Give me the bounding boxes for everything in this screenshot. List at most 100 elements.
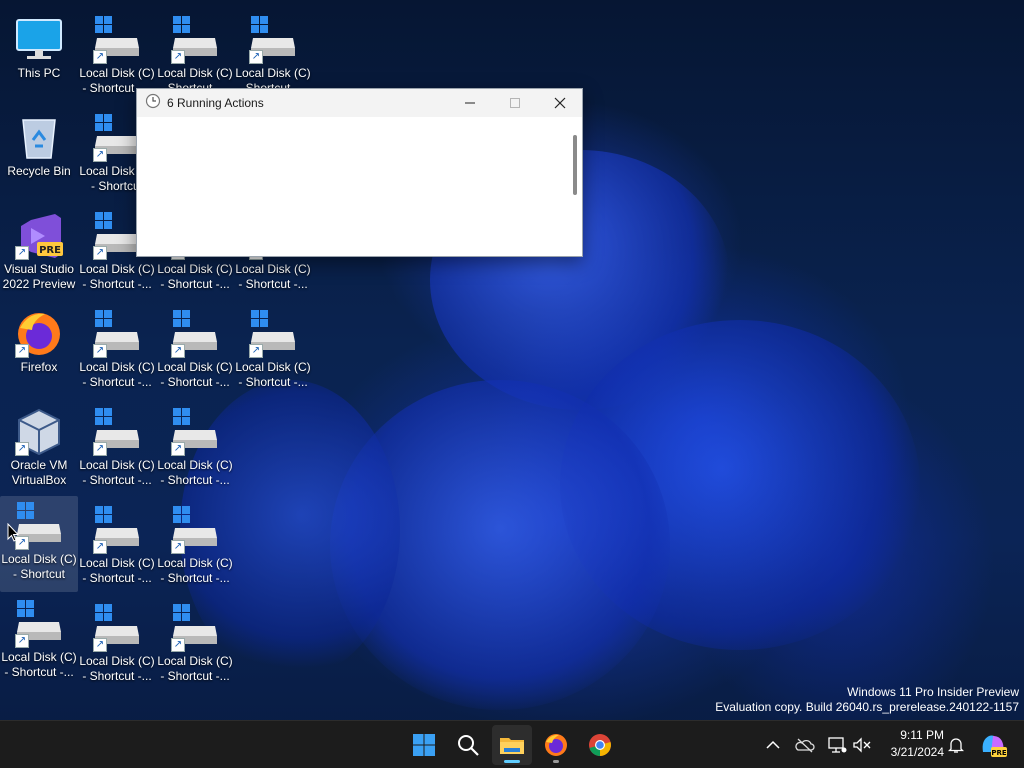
- drive-icon: ↗: [93, 408, 141, 456]
- desktop-icon-this-pc[interactable]: This PC: [0, 10, 78, 106]
- desktop-icon-recycle-bin[interactable]: Recycle Bin: [0, 108, 78, 204]
- taskbar-clock[interactable]: 9:11 PM 3/21/2024: [891, 727, 944, 761]
- shortcut-arrow-icon: ↗: [15, 246, 29, 260]
- desktop-icon-label: Local Disk (C) - Shortcut -...: [79, 262, 155, 291]
- vbox-icon: ↗: [15, 408, 63, 456]
- close-icon: [554, 97, 565, 109]
- desktop-icon-ld-c2-r5[interactable]: ↗ Local Disk (C) - Shortcut -...: [78, 402, 156, 498]
- shortcut-arrow-icon: ↗: [93, 540, 107, 554]
- search-button[interactable]: [448, 725, 488, 765]
- desktop-icon-virtualbox[interactable]: ↗ Oracle VM VirtualBox: [0, 402, 78, 498]
- drive-icon: ↗: [171, 506, 219, 554]
- shortcut-arrow-icon: ↗: [171, 344, 185, 358]
- shortcut-arrow-icon: ↗: [249, 344, 263, 358]
- chrome-icon: [589, 734, 611, 756]
- notification-bell-icon: [948, 738, 964, 753]
- desktop-icon-label: Firefox: [20, 360, 58, 374]
- drive-icon: ↗: [171, 408, 219, 456]
- desktop-icon-label: Local Disk (C) - Shortcut -...: [157, 556, 233, 585]
- window-titlebar[interactable]: 6 Running Actions: [137, 89, 582, 117]
- firefox-icon: ↗: [15, 310, 63, 358]
- start-button[interactable]: [404, 725, 444, 765]
- desktop-icon-ld-c2-r7[interactable]: ↗ Local Disk (C) - Shortcut -...: [78, 598, 156, 694]
- evaluation-watermark: Windows 11 Pro Insider Preview Evaluatio…: [715, 685, 1019, 715]
- firefox-icon: [545, 734, 567, 756]
- taskbar-file-explorer[interactable]: [492, 725, 532, 765]
- pc-icon: [15, 16, 63, 64]
- drive-icon: ↗: [93, 506, 141, 554]
- svg-text:PRE: PRE: [39, 245, 61, 256]
- desktop-icon-label: Local Disk (C) - Shortcut -...: [235, 262, 311, 291]
- window-content: [137, 117, 582, 256]
- copilot-pre-badge: PRE: [991, 749, 1007, 757]
- desktop-icon-label: Local Disk (C) - Shortcut: [1, 552, 77, 581]
- shortcut-arrow-icon: ↗: [171, 540, 185, 554]
- desktop-icon-label: Local Disk (C) - Shortcut -...: [79, 360, 155, 389]
- shortcut-arrow-icon: ↗: [93, 148, 107, 162]
- volume-tray[interactable]: [850, 733, 874, 757]
- shortcut-arrow-icon: ↗: [93, 246, 107, 260]
- desktop-icon-firefox[interactable]: ↗ Firefox: [0, 304, 78, 400]
- desktop-icon-ld-c3-r7[interactable]: ↗ Local Disk (C) - Shortcut -...: [156, 598, 234, 694]
- drive-icon: ↗: [171, 16, 219, 64]
- desktop-icon-ld-c3-r5[interactable]: ↗ Local Disk (C) - Shortcut -...: [156, 402, 234, 498]
- desktop-icon-ld-c2-r4[interactable]: ↗ Local Disk (C) - Shortcut -...: [78, 304, 156, 400]
- desktop-icon-label: Recycle Bin: [7, 164, 71, 178]
- shortcut-arrow-icon: ↗: [15, 634, 29, 648]
- drive-icon: ↗: [249, 16, 297, 64]
- watermark-build: Evaluation copy. Build 26040.rs_prerelea…: [715, 700, 1019, 714]
- taskbar-chrome[interactable]: [580, 725, 620, 765]
- bin-icon: [15, 114, 63, 162]
- taskbar-firefox[interactable]: [536, 725, 576, 765]
- desktop-icon-label: This PC: [17, 66, 61, 80]
- shortcut-arrow-icon: ↗: [171, 638, 185, 652]
- drive-icon: ↗: [249, 310, 297, 358]
- shortcut-arrow-icon: ↗: [171, 50, 185, 64]
- desktop-icon-label: Local Disk (C) - Shortcut -...: [79, 556, 155, 585]
- vertical-scrollbar[interactable]: [573, 135, 577, 195]
- shortcut-arrow-icon: ↗: [93, 50, 107, 64]
- drive-icon: ↗: [93, 114, 141, 162]
- desktop-icon-ld-c4-r4[interactable]: ↗ Local Disk (C) - Shortcut -...: [234, 304, 312, 400]
- taskbar: 9:11 PM 3/21/2024 PRE: [0, 720, 1024, 768]
- desktop-icon-label: Oracle VM VirtualBox: [10, 458, 68, 487]
- shortcut-arrow-icon: ↗: [93, 638, 107, 652]
- active-indicator: [504, 760, 520, 763]
- desktop-icon-ld-c1-r7[interactable]: ↗ Local Disk (C) - Shortcut -...: [0, 594, 78, 690]
- network-icon: [828, 737, 847, 753]
- running-actions-window[interactable]: 6 Running Actions: [136, 88, 583, 257]
- desktop-icon-ld-c3-r4[interactable]: ↗ Local Disk (C) - Shortcut -...: [156, 304, 234, 400]
- desktop-icon-ld-c2-r6[interactable]: ↗ Local Disk (C) - Shortcut -...: [78, 500, 156, 596]
- desktop-icon-label: Local Disk (C) - Shortcut -...: [157, 458, 233, 487]
- desktop-icon-label: Local Disk (C) - Shortcut -...: [157, 654, 233, 683]
- desktop-icon-label: Local Disk (C) - Shortcut -...: [157, 262, 233, 291]
- drive-icon: ↗: [171, 310, 219, 358]
- copilot-button[interactable]: PRE: [978, 733, 1008, 757]
- close-button[interactable]: [537, 89, 582, 117]
- shortcut-arrow-icon: ↗: [15, 442, 29, 456]
- desktop-icon-label: Visual Studio 2022 Preview: [2, 262, 76, 291]
- drive-icon: ↗: [171, 604, 219, 652]
- minimize-button[interactable]: [447, 89, 492, 117]
- onedrive-tray[interactable]: [793, 733, 817, 757]
- copilot-icon: PRE: [982, 735, 1007, 757]
- minimize-icon: [464, 102, 475, 104]
- clock-date: 3/21/2024: [890, 745, 944, 759]
- drive-icon: ↗: [93, 16, 141, 64]
- file-explorer-icon: [500, 738, 524, 754]
- shortcut-arrow-icon: ↗: [171, 442, 185, 456]
- drive-icon: ↗: [93, 604, 141, 652]
- network-tray[interactable]: [825, 733, 849, 757]
- maximize-icon: [509, 98, 520, 108]
- desktop-icon-ld-c3-r6[interactable]: ↗ Local Disk (C) - Shortcut -...: [156, 500, 234, 596]
- desktop-icon-vs2022[interactable]: PRE ↗ Visual Studio 2022 Preview: [0, 206, 78, 302]
- clock-time: 9:11 PM: [900, 728, 944, 742]
- volume-muted-icon: [853, 737, 871, 753]
- maximize-button[interactable]: [492, 89, 537, 117]
- desktop-icon-label: Local Disk (C) - Shortcut -...: [157, 360, 233, 389]
- mouse-cursor: [7, 522, 20, 547]
- drive-icon: ↗: [93, 212, 141, 260]
- show-hidden-icons-button[interactable]: [761, 733, 785, 757]
- running-indicator: [553, 760, 559, 763]
- notifications-button[interactable]: [944, 733, 968, 757]
